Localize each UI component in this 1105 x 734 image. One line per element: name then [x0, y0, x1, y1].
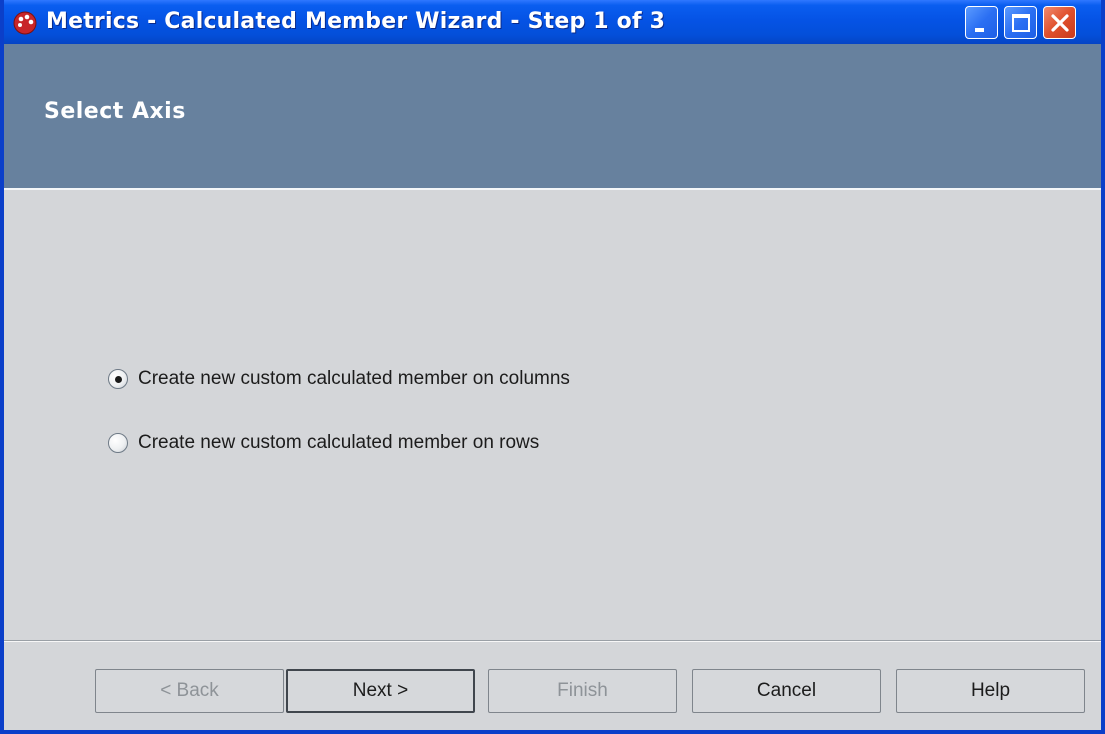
- step-title: Select Axis: [44, 99, 186, 124]
- maximize-icon: [1012, 14, 1030, 32]
- help-button[interactable]: Help: [896, 669, 1085, 713]
- option-columns[interactable]: Create new custom calculated member on c…: [108, 365, 570, 393]
- minimize-button[interactable]: [965, 6, 998, 39]
- option-columns-label[interactable]: Create new custom calculated member on c…: [138, 368, 570, 390]
- radio-selected-dot: [115, 376, 122, 383]
- wizard-header: Select Axis: [4, 44, 1101, 190]
- radio-columns[interactable]: [108, 369, 128, 389]
- back-button[interactable]: < Back: [95, 669, 284, 713]
- window-title: Metrics - Calculated Member Wizard - Ste…: [46, 9, 666, 34]
- maximize-button[interactable]: [1004, 6, 1037, 39]
- next-button[interactable]: Next >: [286, 669, 475, 713]
- close-icon: [1051, 14, 1069, 32]
- radio-rows[interactable]: [108, 433, 128, 453]
- close-button[interactable]: [1043, 6, 1076, 39]
- finish-button[interactable]: Finish: [488, 669, 677, 713]
- wizard-window: Metrics - Calculated Member Wizard - Ste…: [0, 0, 1105, 734]
- app-icon: [13, 11, 37, 35]
- minimize-icon: [975, 28, 984, 32]
- footer-divider: [4, 640, 1101, 642]
- title-bar[interactable]: Metrics - Calculated Member Wizard - Ste…: [4, 0, 1101, 44]
- cancel-button[interactable]: Cancel: [692, 669, 881, 713]
- option-rows[interactable]: Create new custom calculated member on r…: [108, 429, 539, 457]
- wizard-client-area: Select Axis Create new custom calculated…: [4, 44, 1101, 730]
- option-rows-label[interactable]: Create new custom calculated member on r…: [138, 432, 539, 454]
